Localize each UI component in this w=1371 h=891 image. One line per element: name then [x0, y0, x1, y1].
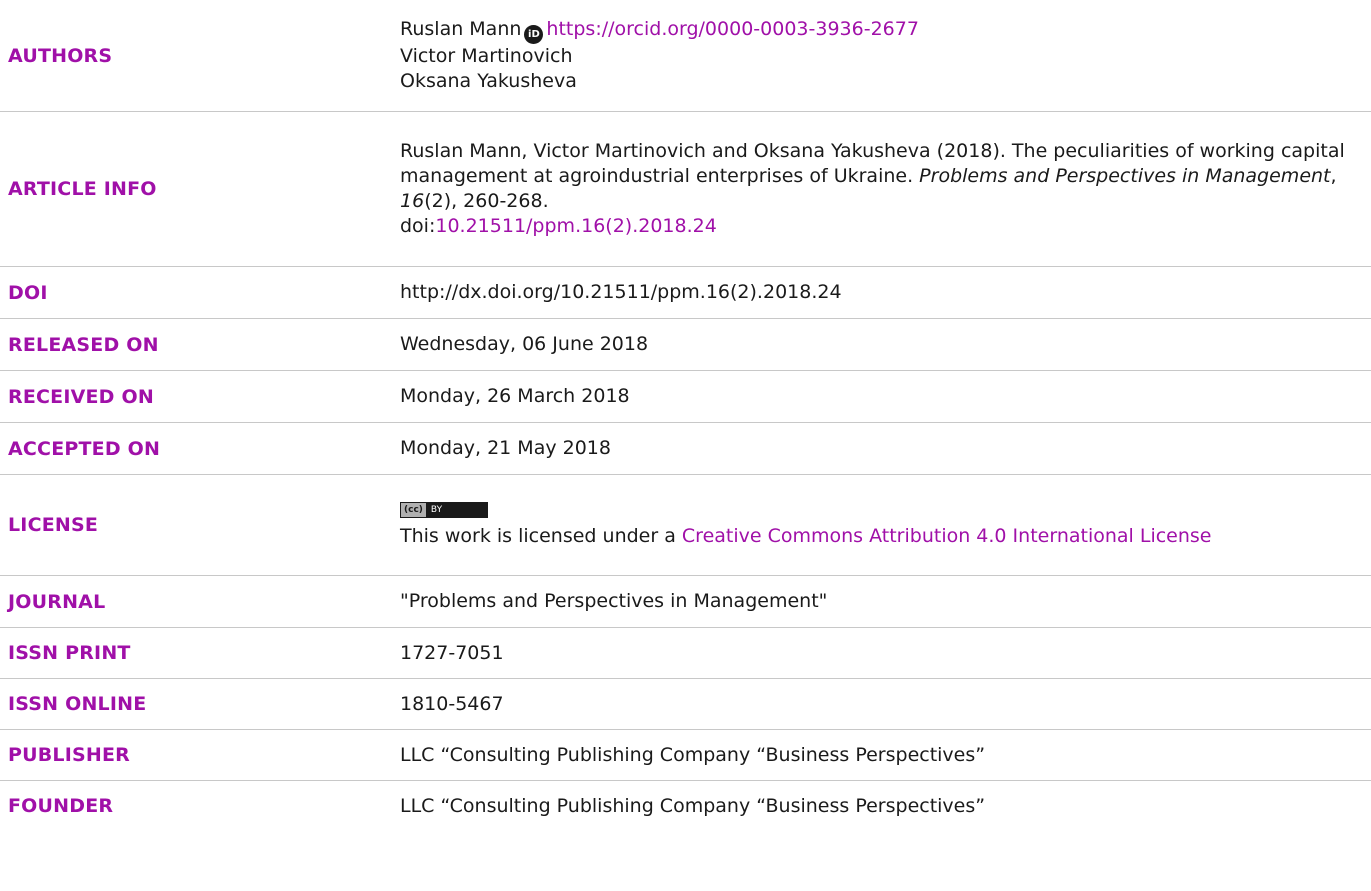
- orcid-link[interactable]: https://orcid.org/0000-0003-3936-2677: [546, 18, 919, 40]
- citation-sep: ,: [1330, 165, 1337, 187]
- citation-journal: Problems and Perspectives in Management: [919, 165, 1331, 187]
- released-on-value: Wednesday, 06 June 2018: [400, 333, 649, 355]
- orcid-icon[interactable]: iD: [524, 25, 544, 44]
- issn-print-label: ISSN PRINT: [8, 642, 131, 664]
- authors-value: Ruslan Mann iD https://orcid.org/0000-0003…: [400, 17, 1371, 94]
- publisher-label: PUBLISHER: [8, 744, 131, 766]
- author-line-1: Ruslan Mann iD https://orcid.org/0000-0003…: [400, 17, 1351, 44]
- citation-issue-pages: (2), 260-268.: [424, 190, 549, 212]
- received-on-value: Monday, 26 March 2018: [400, 385, 630, 407]
- author-name: Oksana Yakusheva: [400, 70, 577, 92]
- issn-online-value: 1810-5467: [400, 692, 504, 715]
- row-accepted-on: ACCEPTED ON Monday, 21 May 2018: [0, 423, 1371, 475]
- cc-by-badge-icon[interactable]: (cc) BY: [400, 501, 488, 518]
- license-value: (cc) BY This work is licensed under a Cre…: [400, 501, 1371, 549]
- doi-value: http://dx.doi.org/10.21511/ppm.16(2).201…: [400, 281, 842, 303]
- issn-online-label: ISSN ONLINE: [8, 693, 147, 715]
- article-metadata-table: AUTHORS Ruslan Mann iD https://orcid.org/0…: [0, 0, 1371, 831]
- row-founder: FOUNDER LLC “Consulting Publishing Compa…: [0, 781, 1371, 831]
- founder-label: FOUNDER: [8, 795, 114, 817]
- license-text: This work is licensed under a Creative C…: [400, 524, 1351, 549]
- issn-print-value: 1727-7051: [400, 641, 504, 664]
- license-link[interactable]: Creative Commons Attribution 4.0 Interna…: [682, 525, 1212, 547]
- publisher-value: LLC “Consulting Publishing Company “Busi…: [400, 743, 986, 766]
- author-name: Ruslan Mann: [400, 18, 522, 40]
- accepted-on-label: ACCEPTED ON: [8, 437, 161, 460]
- row-article-info: ARTICLE INFO Ruslan Mann, Victor Martino…: [0, 112, 1371, 267]
- license-label: LICENSE: [8, 514, 99, 536]
- row-received-on: RECEIVED ON Monday, 26 March 2018: [0, 371, 1371, 423]
- row-journal: JOURNAL "Problems and Perspectives in Ma…: [0, 576, 1371, 628]
- row-license: LICENSE (cc) BY This work is licensed und…: [0, 475, 1371, 576]
- journal-value: "Problems and Perspectives in Management…: [400, 590, 828, 612]
- row-issn-online: ISSN ONLINE 1810-5467: [0, 679, 1371, 730]
- journal-label: JOURNAL: [8, 590, 106, 613]
- founder-value: LLC “Consulting Publishing Company “Busi…: [400, 794, 986, 817]
- cc-badge-right: BY: [430, 504, 443, 515]
- row-publisher: PUBLISHER LLC “Consulting Publishing Com…: [0, 730, 1371, 781]
- row-authors: AUTHORS Ruslan Mann iD https://orcid.org/0…: [0, 0, 1371, 112]
- row-issn-print: ISSN PRINT 1727-7051: [0, 628, 1371, 679]
- doi-prefix: doi:: [400, 215, 436, 237]
- license-prefix: This work is licensed under a: [400, 524, 682, 547]
- accepted-on-value: Monday, 21 May 2018: [400, 437, 611, 459]
- row-released-on: RELEASED ON Wednesday, 06 June 2018: [0, 319, 1371, 371]
- cc-badge-left: (cc): [401, 502, 426, 517]
- received-on-label: RECEIVED ON: [8, 385, 154, 408]
- row-doi: DOI http://dx.doi.org/10.21511/ppm.16(2)…: [0, 267, 1371, 319]
- article-info-label: ARTICLE INFO: [8, 178, 157, 200]
- authors-label: AUTHORS: [8, 44, 113, 67]
- article-citation: Ruslan Mann, Victor Martinovich and Oksa…: [400, 139, 1371, 239]
- citation-doi-link[interactable]: 10.21511/ppm.16(2).2018.24: [435, 215, 716, 237]
- citation-volume: 16: [400, 190, 425, 212]
- released-on-label: RELEASED ON: [8, 333, 159, 356]
- doi-label: DOI: [8, 281, 48, 304]
- author-name: Victor Martinovich: [400, 45, 573, 67]
